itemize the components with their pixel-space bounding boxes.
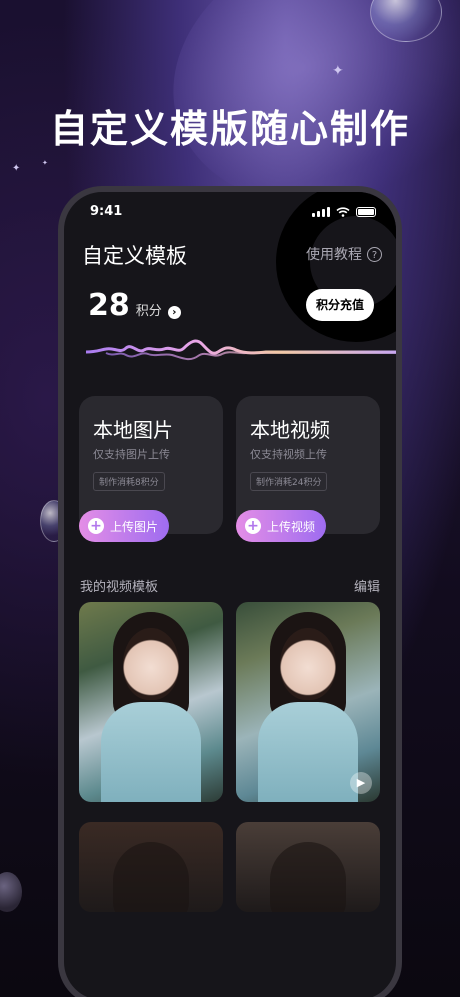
wifi-icon <box>336 207 350 217</box>
question-icon: ? <box>367 246 382 262</box>
card-title: 本地视频 <box>250 418 330 442</box>
cost-badge: 制作消耗24积分 <box>250 472 328 491</box>
portrait-hair <box>113 842 189 912</box>
edit-button[interactable]: 编辑 <box>354 576 380 595</box>
points-unit: 积分 <box>135 304 162 319</box>
local-image-card[interactable]: 本地图片 仅支持图片上传 制作消耗8积分 + 上传图片 <box>79 396 223 542</box>
portrait-clothing <box>258 702 358 802</box>
audio-wave-decoration <box>86 339 396 361</box>
upload-video-label: 上传视频 <box>267 519 316 534</box>
template-thumbnail[interactable]: ▶ <box>236 602 380 802</box>
promo-headline: 自定义模版随心制作 <box>49 107 410 151</box>
recharge-button[interactable]: 积分充值 <box>306 289 374 321</box>
my-templates-heading: 我的视频模板 <box>80 580 159 595</box>
plus-icon: + <box>88 518 104 534</box>
local-video-card[interactable]: 本地视频 仅支持视频上传 制作消耗24积分 + 上传视频 <box>236 396 380 542</box>
cost-badge: 制作消耗8积分 <box>93 472 165 491</box>
card-subtitle: 仅支持视频上传 <box>250 448 327 461</box>
battery-icon <box>356 207 376 217</box>
app-screen: 9:41 自定义模板 使用教程 ? 28 积分 › 积分充值 本地图片 仅支持图… <box>64 192 396 997</box>
upload-image-button[interactable]: + 上传图片 <box>79 510 169 542</box>
status-time: 9:41 <box>90 204 123 219</box>
page-title: 自定义模板 <box>82 244 187 268</box>
card-subtitle: 仅支持图片上传 <box>93 448 170 461</box>
sparkle-icon: ✦ <box>12 163 21 174</box>
sparkle-icon: ✦ <box>42 159 48 167</box>
sparkle-icon: ✦ <box>332 63 344 79</box>
portrait-clothing <box>101 702 201 802</box>
portrait-face <box>123 628 179 700</box>
tutorial-label: 使用教程 <box>306 247 362 263</box>
phone-frame: 9:41 自定义模板 使用教程 ? 28 积分 › 积分充值 本地图片 仅支持图… <box>58 186 402 997</box>
plus-icon: + <box>245 518 261 534</box>
card-title: 本地图片 <box>93 418 173 442</box>
upload-image-label: 上传图片 <box>110 519 159 534</box>
template-thumbnail[interactable] <box>236 822 380 912</box>
signal-icon <box>312 207 330 217</box>
status-bar: 9:41 <box>64 204 396 226</box>
portrait-face <box>280 628 336 700</box>
tutorial-link[interactable]: 使用教程 ? <box>306 244 382 264</box>
play-icon[interactable]: ▶ <box>350 772 372 794</box>
chevron-right-icon: › <box>167 306 181 319</box>
points-value: 28 <box>88 288 130 323</box>
points-balance[interactable]: 28 积分 › <box>88 288 181 323</box>
status-icons <box>312 207 376 217</box>
upload-video-button[interactable]: + 上传视频 <box>236 510 326 542</box>
bubble-decoration <box>0 872 22 912</box>
template-thumbnail[interactable] <box>79 602 223 802</box>
portrait-hair <box>270 842 346 912</box>
template-thumbnail[interactable] <box>79 822 223 912</box>
promo-page: ✦ ✦ ✦ 自定义模版随心制作 9:41 自定义模板 使用教程 ? 28 积分 … <box>0 0 460 997</box>
